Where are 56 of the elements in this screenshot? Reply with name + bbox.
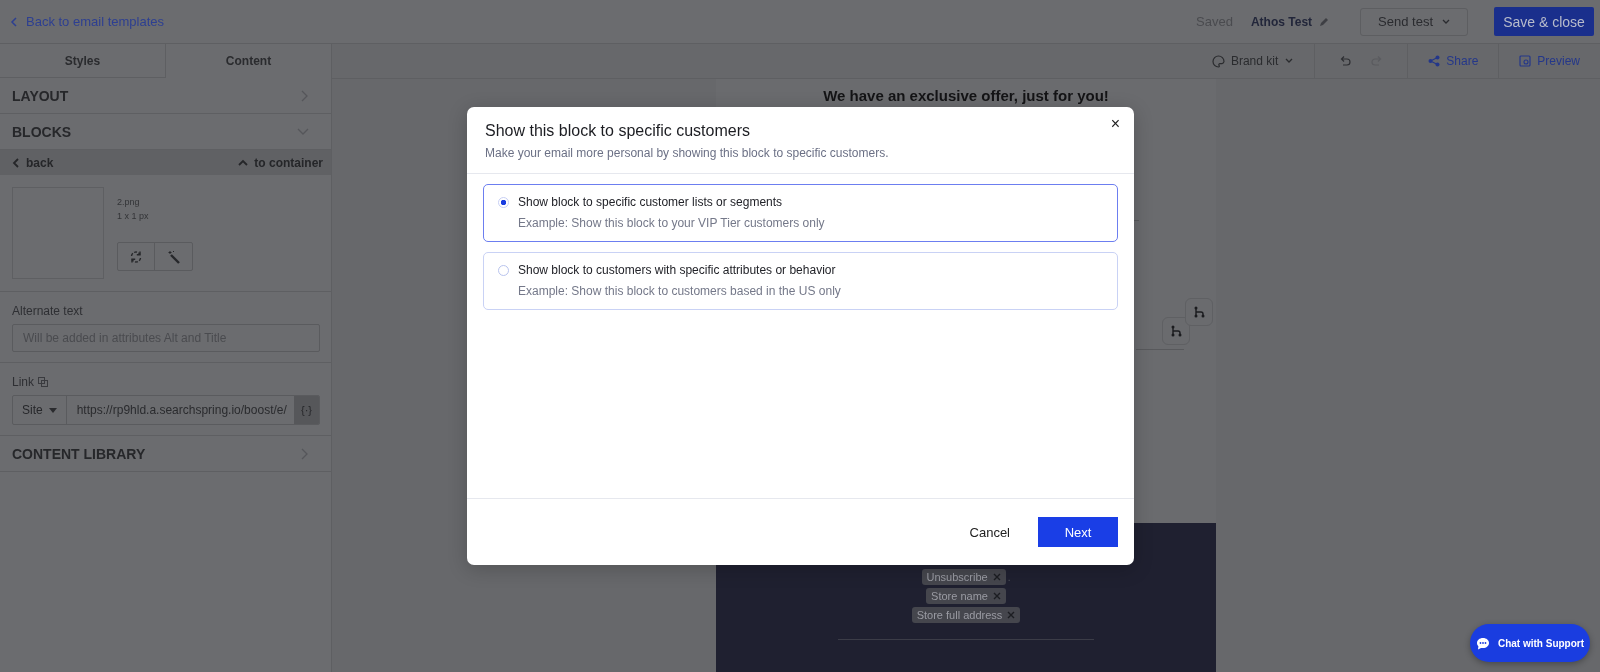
field-label: Alternate text bbox=[12, 304, 84, 318]
chevron-down-icon bbox=[1284, 57, 1295, 65]
cancel-button[interactable]: Cancel bbox=[969, 524, 1010, 540]
next-button[interactable]: Next bbox=[1038, 517, 1118, 547]
preview-button[interactable]: Preview bbox=[1498, 44, 1600, 78]
brand-kit-button[interactable]: Brand kit bbox=[1191, 44, 1315, 78]
branch-icon bbox=[1170, 325, 1182, 337]
merge-tag[interactable]: Unsubscribe bbox=[921, 569, 1006, 585]
condition-button[interactable] bbox=[1185, 298, 1213, 326]
remove-icon bbox=[992, 592, 1001, 600]
preview-icon bbox=[1519, 55, 1532, 67]
chevron-down-icon bbox=[1441, 17, 1451, 26]
palette-icon bbox=[1211, 54, 1225, 68]
option-example: Example: Show this block to customers based in the US only bbox=[518, 284, 841, 298]
send-test-button[interactable]: Send test bbox=[1360, 7, 1468, 36]
punctuation-text: . bbox=[1007, 571, 1011, 583]
option-example: Example: Show this block to your VIP Tier customers only bbox=[518, 216, 825, 230]
section-title[interactable]: BLOCKS bbox=[12, 123, 72, 140]
back-link[interactable]: back bbox=[12, 155, 54, 170]
template-name: Athos Test bbox=[1250, 14, 1313, 29]
to-container-link[interactable]: to container bbox=[238, 155, 323, 170]
undo-button[interactable] bbox=[1339, 55, 1352, 67]
dialog-subtitle: Make your email more personal by showing this block to specific customers. bbox=[485, 146, 890, 160]
option-card[interactable]: Show block to specific customer lists or segments Example: Show this block to your VIP Tier customers only bbox=[483, 184, 1118, 242]
chevron-left-icon bbox=[12, 157, 20, 168]
share-button[interactable]: Share bbox=[1407, 44, 1499, 78]
branch-icon bbox=[1193, 306, 1205, 318]
merge-tag[interactable]: Store name bbox=[926, 588, 1006, 604]
chat-bubble-icon bbox=[1475, 636, 1490, 650]
magic-wand-icon bbox=[166, 249, 181, 264]
tab[interactable]: Styles bbox=[0, 44, 166, 78]
condition-button[interactable] bbox=[1162, 317, 1190, 345]
close-button[interactable]: × bbox=[1110, 115, 1120, 133]
option-label: Show block to customers with specific attributes or behavior bbox=[518, 263, 837, 277]
tab[interactable]: Content bbox=[166, 44, 331, 78]
dialog-title: Show this block to specific customers bbox=[485, 122, 751, 140]
share-icon bbox=[1428, 55, 1441, 67]
refresh-icon bbox=[129, 249, 143, 264]
chat-button[interactable]: Chat with Support bbox=[1470, 624, 1590, 662]
merge-tag[interactable]: Store full address bbox=[911, 607, 1021, 623]
undo-icon bbox=[1339, 55, 1352, 67]
back-link[interactable]: Back to email templates bbox=[10, 14, 164, 29]
option-card[interactable]: Show block to customers with specific attributes or behavior Example: Show this block to customers based in the US only bbox=[483, 252, 1118, 310]
section-title[interactable]: LAYOUT bbox=[12, 87, 69, 104]
pencil-icon[interactable] bbox=[1318, 15, 1331, 28]
option-label: Show block to specific customer lists or segments bbox=[518, 195, 784, 209]
remove-icon bbox=[1007, 611, 1016, 619]
field-label: Link bbox=[12, 375, 34, 389]
remove-icon bbox=[992, 573, 1001, 581]
save-close-button[interactable]: Save & close bbox=[1494, 7, 1594, 36]
copy-icon bbox=[38, 377, 48, 387]
section-title[interactable]: CONTENT LIBRARY bbox=[12, 445, 146, 462]
email-heading: We have an exclusive offer, just for you! bbox=[822, 86, 1110, 104]
chevron-up-icon bbox=[238, 158, 249, 167]
chevron-left-icon bbox=[10, 16, 18, 27]
radio-button[interactable] bbox=[498, 197, 509, 208]
